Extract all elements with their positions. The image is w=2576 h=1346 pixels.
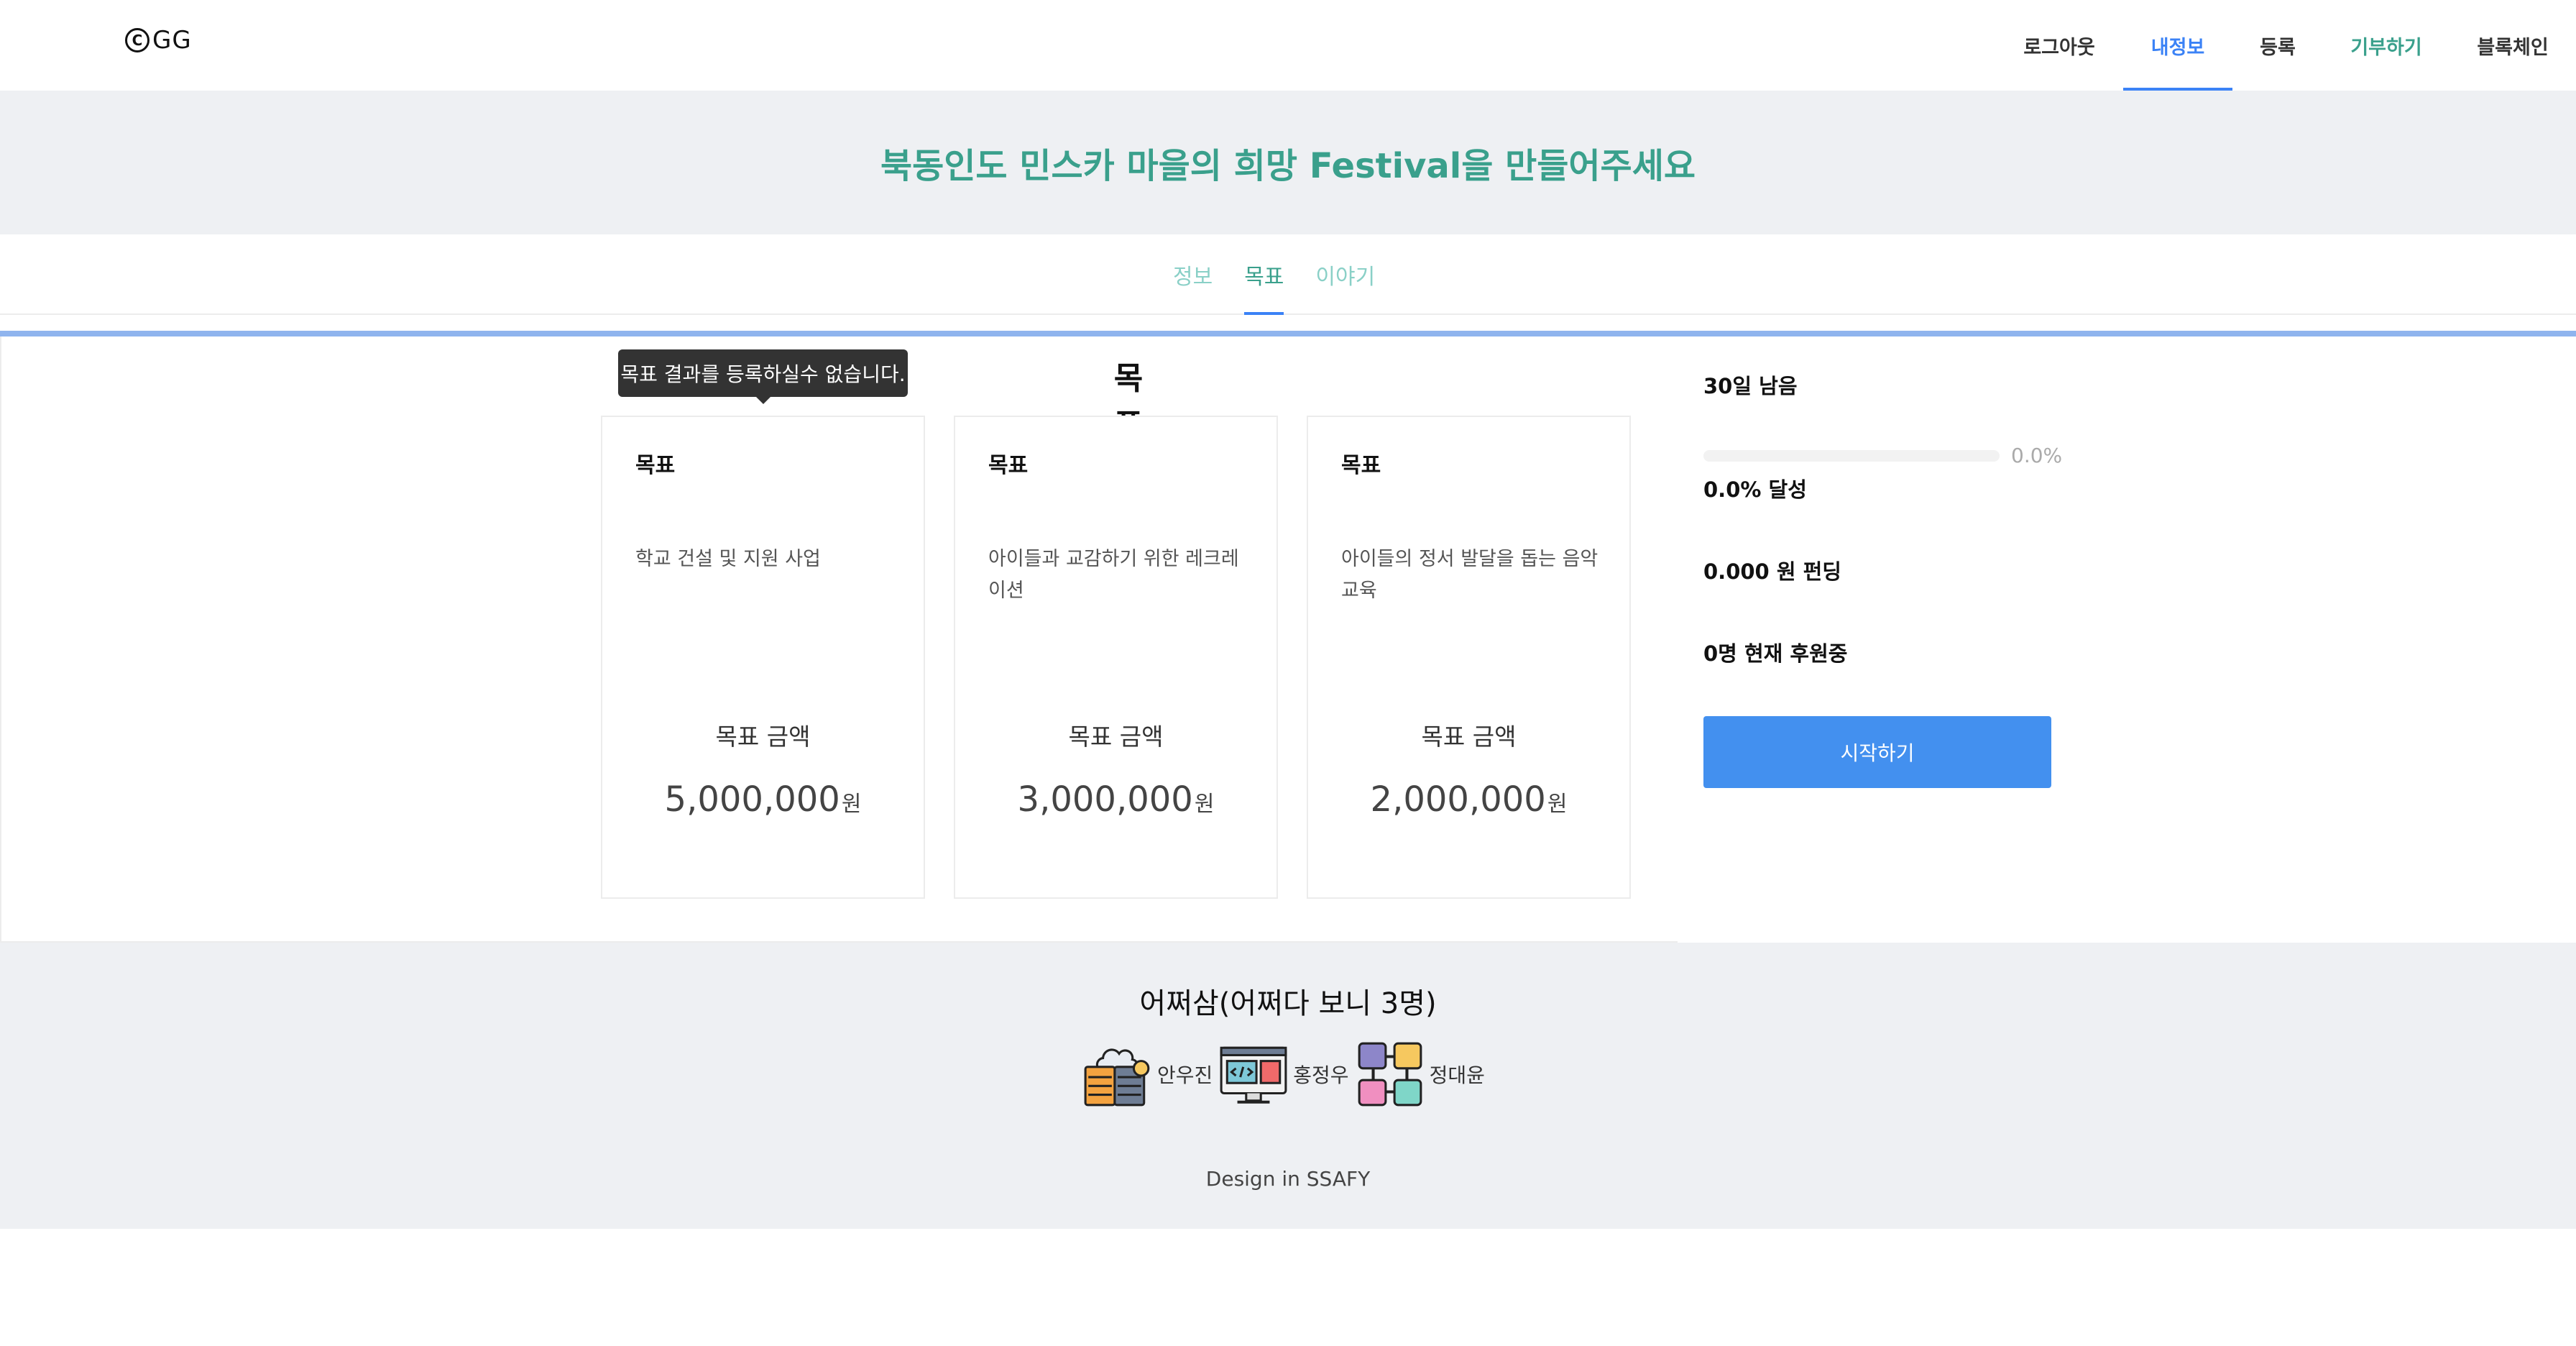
server-icon bbox=[1084, 1048, 1150, 1107]
amount-value: 2,000,000 bbox=[1370, 779, 1546, 820]
logo-text: GG bbox=[152, 26, 192, 55]
achieve-rate: 0.0% 달성 bbox=[1703, 477, 1807, 502]
logo[interactable]: C GG bbox=[125, 26, 192, 55]
member-name: 안우진 bbox=[1157, 1063, 1213, 1087]
team-member: 홍정우 bbox=[1217, 1038, 1349, 1111]
nav-logout[interactable]: 로그아웃 bbox=[1995, 0, 2123, 91]
funding-amount: 0.000 원 펀딩 bbox=[1703, 559, 1841, 584]
top-nav: 로그아웃 내정보 등록 기부하기 블록체인 bbox=[1995, 0, 2576, 91]
card-amount: 2,000,000원 bbox=[1308, 779, 1629, 820]
card-description: 아이들의 정서 발달을 돕는 음악교육 bbox=[1341, 548, 1598, 602]
amount-value: 3,000,000 bbox=[1017, 779, 1193, 820]
progress-percent: 0.0% bbox=[2011, 444, 2063, 467]
amount-unit: 원 bbox=[841, 792, 862, 817]
nav-blockchain[interactable]: 블록체인 bbox=[2450, 0, 2576, 91]
card-label: 목표 bbox=[635, 453, 676, 478]
card-amount-label: 목표 금액 bbox=[715, 723, 811, 751]
amount-unit: 원 bbox=[1547, 792, 1568, 817]
card-amount-label: 목표 금액 bbox=[1421, 723, 1517, 751]
content-tabs: 정보 목표 이야기 bbox=[0, 234, 2576, 315]
nav-register[interactable]: 등록 bbox=[2232, 0, 2323, 91]
header: C GG 로그아웃 내정보 등록 기부하기 블록체인 bbox=[0, 0, 2576, 92]
code-monitor-icon bbox=[1220, 1046, 1287, 1104]
card-description: 학교 건설 및 지원 사업 bbox=[635, 548, 821, 570]
tab-story[interactable]: 이야기 bbox=[1300, 234, 1391, 315]
section-divider bbox=[0, 331, 2576, 336]
team-title: 어쩌삼(어쩌다 보니 3명) bbox=[1139, 987, 1437, 1020]
project-banner: 북동인도 민스카 마을의 희망 Festival을 만들어주세요 bbox=[0, 91, 2576, 234]
funding-progress-bar bbox=[1703, 450, 2000, 462]
amount-value: 5,000,000 bbox=[664, 779, 840, 820]
footer: 어쩌삼(어쩌다 보니 3명) 안우진 홍정우 정대윤 Design in SSA… bbox=[0, 943, 2576, 1229]
tab-goal[interactable]: 목표 bbox=[1228, 234, 1300, 315]
card-amount: 5,000,000원 bbox=[602, 779, 924, 820]
goal-card[interactable]: 목표 아이들과 교감하기 위한 레크레이션 목표 금액 3,000,000원 bbox=[954, 416, 1278, 899]
copyright-icon: C bbox=[125, 28, 150, 52]
card-amount: 3,000,000원 bbox=[955, 779, 1276, 820]
card-label: 목표 bbox=[988, 453, 1029, 478]
days-left: 30일 남음 bbox=[1703, 374, 1798, 398]
card-description: 아이들과 교감하기 위한 레크레이션 bbox=[988, 548, 1239, 602]
tooltip: 목표 결과를 등록하실수 없습니다. bbox=[618, 349, 908, 404]
team-members: 안우진 홍정우 정대윤 bbox=[1081, 1038, 1489, 1111]
card-amount-label: 목표 금액 bbox=[1068, 723, 1164, 751]
nav-my-info[interactable]: 내정보 bbox=[2123, 0, 2232, 91]
nav-donate[interactable]: 기부하기 bbox=[2323, 0, 2450, 91]
goal-card[interactable]: 목표 아이들의 정서 발달을 돕는 음악교육 목표 금액 2,000,000원 bbox=[1307, 416, 1631, 899]
team-member: 정대윤 bbox=[1353, 1038, 1485, 1111]
tab-info[interactable]: 정보 bbox=[1157, 234, 1228, 315]
team-member: 안우진 bbox=[1081, 1038, 1213, 1111]
start-button[interactable]: 시작하기 bbox=[1703, 716, 2051, 788]
card-label: 목표 bbox=[1341, 453, 1381, 478]
member-name: 정대윤 bbox=[1429, 1063, 1485, 1087]
sponsor-count: 0명 현재 후원중 bbox=[1703, 641, 1848, 666]
amount-unit: 원 bbox=[1194, 792, 1215, 817]
project-title: 북동인도 민스카 마을의 희망 Festival을 만들어주세요 bbox=[880, 146, 1696, 186]
goal-card[interactable]: 목표 학교 건설 및 지원 사업 목표 금액 5,000,000원 bbox=[601, 416, 925, 899]
blockchain-icon bbox=[1358, 1042, 1422, 1107]
footer-credit: Design in SSAFY bbox=[1205, 1167, 1371, 1191]
member-name: 홍정우 bbox=[1293, 1063, 1349, 1087]
